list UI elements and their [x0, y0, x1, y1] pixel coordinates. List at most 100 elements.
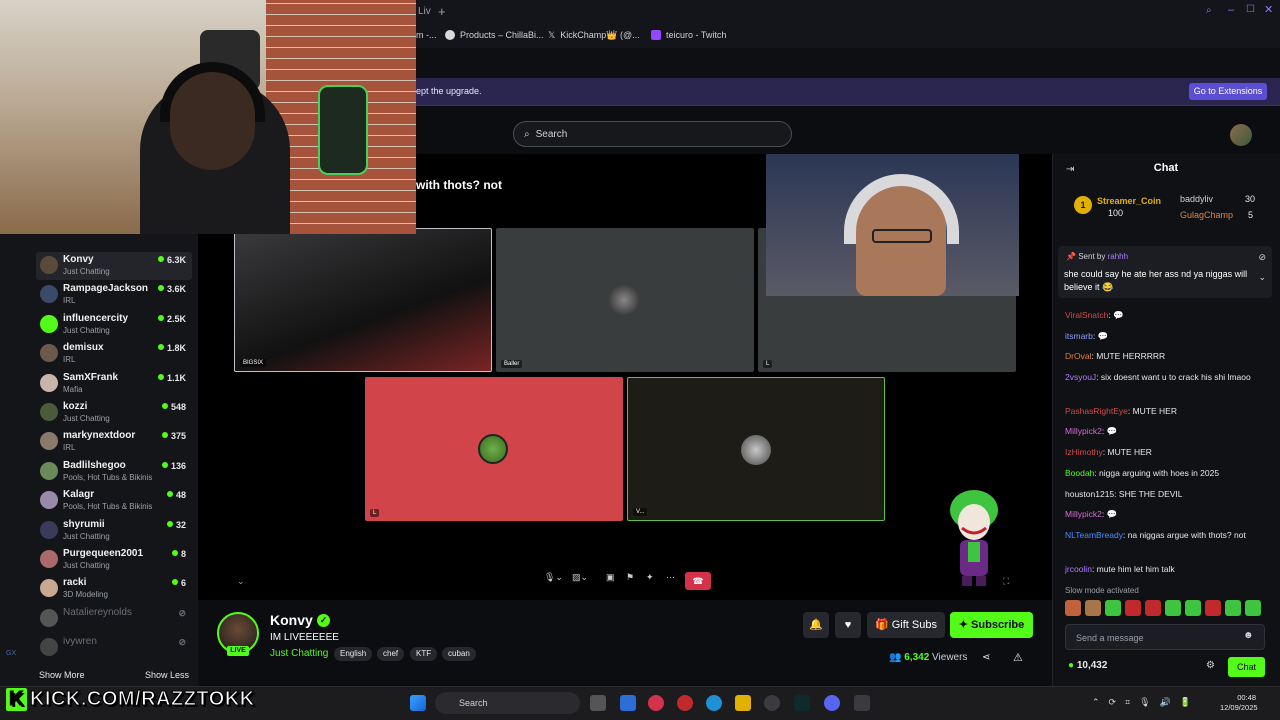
leaderboard-name[interactable]: baddyliv [1180, 194, 1213, 204]
terminal-icon[interactable] [794, 695, 810, 711]
emote-icon[interactable] [1245, 600, 1261, 616]
gear-icon[interactable]: ⚙ [1206, 660, 1215, 671]
chat-username[interactable]: DrOval [1065, 351, 1091, 361]
bookmark-1[interactable]: m -... [416, 30, 437, 40]
follow-button[interactable]: ♥ [835, 612, 861, 638]
emote-icon[interactable] [1085, 600, 1101, 616]
task-view-icon[interactable] [590, 695, 606, 711]
store-icon[interactable] [620, 695, 636, 711]
tag-english[interactable]: English [334, 647, 373, 661]
share-icon[interactable]: ⋖ [982, 652, 990, 663]
bookmark-products[interactable]: Products – ChillaBi... [445, 30, 544, 40]
sidebar-channel[interactable]: influencercity Just Chatting 2.5K [36, 311, 192, 339]
sidebar-collapse-icon[interactable]: GX [6, 650, 16, 657]
tag-cuban[interactable]: cuban [442, 647, 476, 661]
sidebar-channel[interactable]: SamXFrank Mafia 1.1K [36, 370, 192, 398]
chat-username[interactable]: ViralSnatch [1065, 310, 1108, 320]
sidebar-channel[interactable]: demisux IRL 1.8K [36, 340, 192, 368]
chat-username[interactable]: houston1215 [1065, 489, 1114, 499]
chat-username[interactable]: NLTeamBready [1065, 530, 1123, 540]
bookmark-kickchamp[interactable]: 𝕏 KickChamp👑 (@... [548, 30, 640, 41]
channel-name[interactable]: Konvy [270, 612, 313, 628]
chat-username[interactable]: Boodah [1065, 468, 1094, 478]
system-tray-icons[interactable]: ⌃⟳⌗🎙🔊🔋 [1092, 697, 1200, 708]
chat-username[interactable]: Millypick2 [1065, 509, 1102, 519]
discord-icon[interactable] [824, 695, 840, 711]
sidebar-channel[interactable]: Konvy Just Chatting 6.3K [36, 252, 192, 280]
end-call-button[interactable]: ☎ [685, 572, 711, 590]
camera-off-icon[interactable]: ▨⌄ [572, 572, 588, 583]
sidebar-channel[interactable]: Kalagr Pools, Hot Tubs & Bikinis 48 [36, 487, 192, 515]
maximize-icon[interactable]: ☐ [1246, 4, 1255, 15]
chat-username[interactable]: itsmarb [1065, 331, 1093, 341]
edge-icon[interactable] [706, 695, 722, 711]
bookmark-twitch[interactable]: teicuro - Twitch [651, 30, 726, 40]
user-avatar[interactable] [1230, 124, 1252, 146]
sidebar-channel[interactable]: markynextdoor IRL 375 [36, 428, 192, 456]
sidebar-channel[interactable]: Nataliereynolds ⊘ [36, 605, 192, 633]
kicks-balance[interactable]: ● 10,432 [1068, 660, 1107, 671]
new-tab-icon[interactable]: + [438, 4, 446, 19]
tag-ktf[interactable]: KTF [410, 647, 438, 661]
chat-username[interactable]: jrcoolin [1065, 564, 1092, 574]
search-input[interactable]: ⌕ Search [513, 121, 792, 147]
show-less-button[interactable]: Show Less [145, 670, 189, 680]
emote-icon[interactable] [1065, 600, 1081, 616]
minimize-icon[interactable]: – [1228, 4, 1234, 16]
chat-username[interactable]: 2vsyouJ [1065, 372, 1096, 382]
chat-username[interactable]: PashasRightEye [1065, 406, 1128, 416]
go-to-extensions-button[interactable]: Go to Extensions [1189, 83, 1267, 100]
chat-input[interactable]: Send a message [1065, 624, 1265, 650]
subscribe-button[interactable]: ✦ Subscribe [950, 612, 1033, 638]
stream-category[interactable]: Just Chatting [270, 648, 328, 659]
emote-icon[interactable] [1205, 600, 1221, 616]
tool-icon[interactable] [854, 695, 870, 711]
sidebar-channel[interactable]: racki 3D Modeling 6 [36, 575, 192, 603]
emoji-icon[interactable]: ☻ [1243, 630, 1254, 641]
tag-chef[interactable]: chef [377, 647, 405, 661]
search-tabs-icon[interactable]: ⌕ [1206, 5, 1212, 16]
chat-username[interactable]: IzHimothy [1065, 447, 1103, 457]
notifications-bell-button[interactable]: 🔔 [803, 612, 829, 638]
gift-subs-button[interactable]: 🎁 Gift Subs [867, 612, 945, 638]
opera-icon[interactable] [648, 695, 664, 711]
effects-icon[interactable]: ✦ [646, 572, 654, 583]
activities-icon[interactable]: ⚑ [626, 572, 634, 583]
send-chat-button[interactable]: Chat [1228, 657, 1265, 677]
pinned-by-user[interactable]: rahhh [1108, 252, 1128, 261]
more-icon[interactable]: ⋯ [666, 572, 675, 583]
file-explorer-icon[interactable] [735, 695, 751, 711]
report-icon[interactable]: ⚠ [1013, 651, 1023, 664]
expand-pinned-icon[interactable]: ⌄ [1258, 272, 1266, 283]
leaderboard-name[interactable]: Streamer_Coin [1097, 196, 1161, 206]
unpin-icon[interactable]: ⊘ [1258, 252, 1266, 263]
windows-start-icon[interactable] [410, 695, 426, 711]
close-window-icon[interactable]: ✕ [1264, 3, 1273, 16]
sidebar-channel[interactable]: kozzi Just Chatting 548 [36, 399, 192, 427]
chevron-down-icon[interactable]: ⌄ [237, 576, 245, 587]
sidebar-channel[interactable]: shyrumii Just Chatting 32 [36, 517, 192, 545]
sidebar-channel[interactable]: RampageJackson IRL 3.6K [36, 281, 192, 309]
share-screen-icon[interactable]: ▣ [606, 572, 615, 583]
emote-icon[interactable] [1165, 600, 1181, 616]
microphone-icon[interactable]: 🎙⌄ [544, 572, 563, 583]
fullscreen-icon[interactable]: ⛶ [1003, 576, 1009, 587]
obs-icon[interactable] [764, 695, 780, 711]
browser-tab[interactable]: Liv [416, 4, 436, 22]
show-more-button[interactable]: Show More [39, 670, 85, 680]
sidebar-channel[interactable]: Purgequeen2001 Just Chatting 8 [36, 546, 192, 574]
app-icon[interactable] [677, 695, 693, 711]
emote-icon[interactable] [1145, 600, 1161, 616]
sidebar-channel[interactable]: Badlilshegoo Pools, Hot Tubs & Bikinis 136 [36, 458, 192, 486]
emote-icon[interactable] [1185, 600, 1201, 616]
emote-icon[interactable] [1125, 600, 1141, 616]
taskbar-search[interactable]: Search [435, 692, 580, 714]
sidebar-channel[interactable]: ivywren ⊘ [36, 634, 192, 662]
emote-icon[interactable] [1225, 600, 1241, 616]
chat-username[interactable]: Millypick2 [1065, 426, 1102, 436]
emote-bar[interactable] [1065, 600, 1265, 616]
emote-icon[interactable] [1105, 600, 1121, 616]
leaderboard-name[interactable]: GulagChamp [1180, 210, 1233, 220]
taskbar-clock[interactable]: 00:48 12/09/2025 [1220, 693, 1258, 713]
call-tile-label: L [763, 360, 773, 368]
